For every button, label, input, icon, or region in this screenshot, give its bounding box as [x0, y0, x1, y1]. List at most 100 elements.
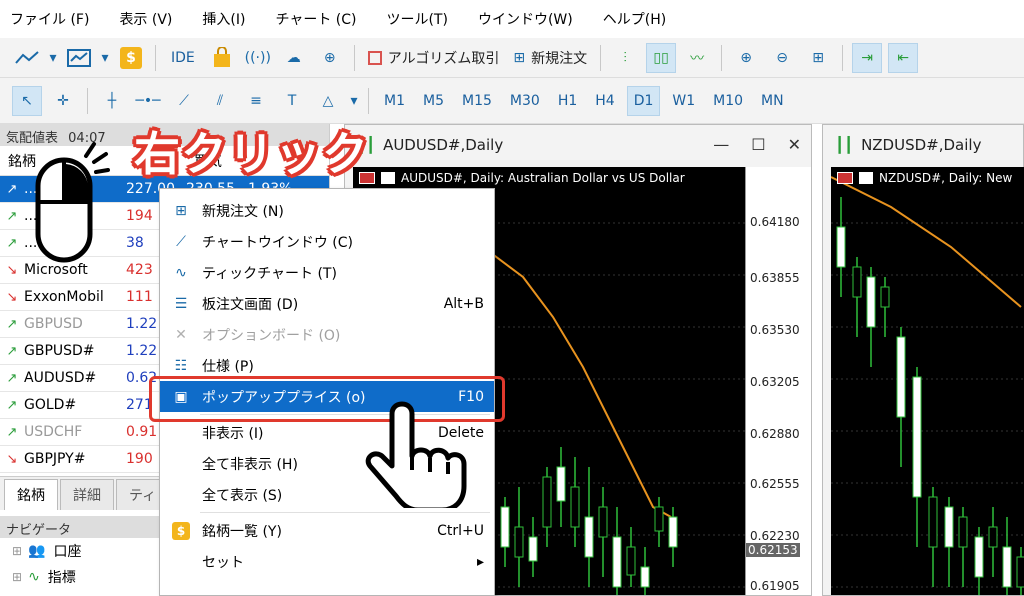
chart-window-title: ┃┃ NZDUSD#,Daily — [823, 125, 1023, 165]
symbol-cell: GBPJPY# — [24, 451, 86, 467]
menu-tools[interactable]: ツール(T) — [386, 9, 447, 29]
expand-icon[interactable]: ⊞ — [12, 544, 22, 558]
timeframe-label: M30 — [509, 92, 540, 109]
timeframe-m5[interactable]: M5 — [417, 86, 450, 116]
horizontal-line-icon[interactable]: ─•─ — [133, 86, 163, 116]
timeframe-w1[interactable]: W1 — [666, 86, 701, 116]
candle-body — [988, 526, 998, 548]
arrow-up-icon: ↗ — [6, 397, 18, 413]
line-chart-icon: ⟋ — [176, 233, 186, 250]
zoom-out-icon[interactable]: ⊖ — [767, 43, 797, 73]
context-menu-item[interactable]: ☰ 板注文画面 (D) Alt+B — [160, 288, 494, 319]
price-label: 0.64180 — [750, 215, 800, 229]
dollar-icon[interactable]: $ — [116, 43, 146, 73]
auto-scroll-icon[interactable]: ⇥ — [852, 42, 883, 73]
algo-status-icon — [367, 50, 382, 65]
close-icon[interactable]: ✕ — [788, 135, 801, 154]
text-icon[interactable]: T — [277, 86, 307, 116]
context-menu-item[interactable]: $ 銘柄一覧 (Y) Ctrl+U — [160, 515, 494, 546]
trend-line-icon[interactable]: ⟋ — [169, 86, 199, 116]
chart-shift-icon[interactable]: ⇤ — [888, 42, 919, 73]
menu-view[interactable]: 表示 (V) — [119, 9, 172, 29]
candle-body — [612, 536, 622, 588]
context-menu-label: 仕様 (P) — [202, 358, 254, 375]
symbol-cell: GOLD# — [24, 397, 77, 413]
chevron-down-icon[interactable]: ▾ — [48, 43, 58, 73]
context-menu-item[interactable]: セット ▸ — [160, 546, 494, 577]
candlestick-chart — [830, 176, 1024, 595]
crosshair-icon[interactable]: ✛ — [48, 86, 78, 116]
timeframe-label: H4 — [595, 92, 615, 109]
line-chart-icon[interactable]: 〰 — [682, 43, 712, 73]
timeframe-label: W1 — [672, 92, 696, 109]
menu-window[interactable]: ウインドウ(W) — [478, 9, 573, 29]
menu-insert[interactable]: 挿入(I) — [202, 9, 245, 29]
chart-info-label: AUDUSD#, Daily: Australian Dollar vs US … — [359, 171, 685, 185]
menu-file[interactable]: ファイル (F) — [10, 9, 89, 29]
chart-type-icon[interactable] — [12, 43, 42, 73]
tile-windows-icon[interactable]: ⊞ — [803, 43, 833, 73]
minimize-icon[interactable]: — — [713, 135, 729, 154]
timeframe-mn[interactable]: MN — [755, 86, 790, 116]
menu-help[interactable]: ヘルプ(H) — [603, 9, 666, 29]
expand-icon[interactable]: ⊞ — [12, 570, 22, 584]
price-label: 0.61905 — [750, 579, 800, 593]
candle-body — [852, 266, 862, 298]
tab-symbols[interactable]: 銘柄 — [4, 479, 58, 510]
timeframe-m1[interactable]: M1 — [378, 86, 411, 116]
price-axis[interactable]: 0.64180 0.63855 0.63530 0.63205 0.62880 0.625… — [745, 167, 811, 595]
ide-button[interactable]: IDE — [165, 43, 201, 73]
maximize-icon[interactable]: ☐ — [751, 135, 765, 154]
context-menu-item: ✕ オプションボード (O) — [160, 319, 494, 350]
context-menu-label: 銘柄一覧 (Y) — [202, 523, 282, 540]
channel-icon[interactable]: ⫽ — [205, 86, 235, 116]
chart-canvas[interactable]: NZDUSD#, Daily: New — [830, 167, 1024, 595]
plus-doc-icon: ⊞ — [175, 202, 187, 219]
chart-window-nzdusd[interactable]: ┃┃ NZDUSD#,Daily NZDUSD#, Daily: New — [822, 124, 1024, 596]
algo-trading-button[interactable]: アルゴリズム取引 — [364, 43, 504, 73]
candle-body — [514, 526, 524, 558]
flag-icon — [859, 172, 873, 184]
tab-details[interactable]: 詳細 — [60, 479, 114, 510]
menu-bar: ファイル (F) 表示 (V) 挿入(I) チャート (C) ツール(T) ウイ… — [0, 0, 1024, 38]
vertical-line-icon[interactable]: ┼ — [97, 86, 127, 116]
new-order-button[interactable]: ⊞ 新規注文 — [509, 43, 591, 73]
candle-body — [626, 546, 636, 576]
shapes-icon[interactable]: △ — [313, 86, 343, 116]
context-menu-item[interactable]: ∿ ティックチャート (T) — [160, 257, 494, 288]
context-menu-item[interactable]: ⊞ 新規注文 (N) — [160, 195, 494, 226]
candle-body — [584, 516, 594, 558]
timeframe-d1[interactable]: D1 — [626, 85, 661, 116]
chevron-down-icon[interactable]: ▾ — [349, 86, 359, 116]
timeframe-m30[interactable]: M30 — [504, 86, 546, 116]
cloud-icon[interactable]: ☁ — [279, 43, 309, 73]
plus-doc-icon: ⊞ — [513, 49, 526, 66]
timeframe-m10[interactable]: M10 — [707, 86, 749, 116]
chevron-down-icon[interactable]: ▾ — [100, 43, 110, 73]
mouse-icon — [35, 142, 110, 263]
fibonacci-icon[interactable]: ≡ — [241, 86, 271, 116]
candle-body — [896, 336, 906, 418]
timeframe-h4[interactable]: H4 — [589, 86, 620, 116]
symbol-cell: GBPUSD# — [24, 343, 95, 359]
price-label: 0.63855 — [750, 271, 800, 285]
vps-icon[interactable]: ⊕ — [315, 43, 345, 73]
arrow-down-icon: ↘ — [6, 262, 18, 278]
cursor-icon[interactable]: ↖ — [12, 85, 42, 116]
zoom-in-icon[interactable]: ⊕ — [731, 43, 761, 73]
timeframe-h1[interactable]: H1 — [552, 86, 583, 116]
context-menu-label: ティックチャート (T) — [202, 265, 337, 282]
candle-body — [654, 506, 664, 532]
arrow-up-icon: ↗ — [6, 424, 18, 440]
tick-chart-icon: ∿ — [175, 264, 187, 281]
spec-icon: ☷ — [174, 357, 188, 374]
timeframe-m15[interactable]: M15 — [456, 86, 498, 116]
template-icon[interactable] — [64, 43, 94, 73]
market-bag-icon[interactable] — [207, 43, 237, 73]
menu-chart[interactable]: チャート (C) — [275, 9, 356, 29]
new-order-label: 新規注文 — [531, 50, 588, 67]
candlestick-icon[interactable]: ▯▯ — [646, 42, 677, 73]
bar-chart-icon[interactable]: ⫶ — [610, 43, 640, 73]
context-menu-item[interactable]: ⟋ チャートウインドウ (C) — [160, 226, 494, 257]
signal-icon[interactable]: ((·)) — [243, 43, 273, 73]
